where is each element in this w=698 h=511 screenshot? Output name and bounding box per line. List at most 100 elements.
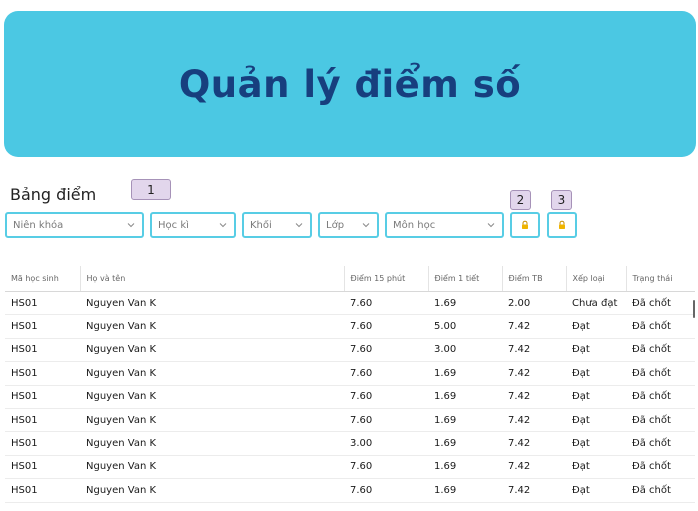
- chevron-down-icon: [219, 223, 227, 228]
- cell-classification: Đạt: [566, 455, 626, 480]
- cell-classification: Đạt: [566, 431, 626, 456]
- header-banner: Quản lý điểm số: [4, 11, 696, 157]
- cell-score-1-period: 1.69: [428, 291, 502, 316]
- table-row[interactable]: HS01 Nguyen Van K 7.60 1.69 7.42 Đạt Đã chốt: [5, 385, 695, 409]
- cell-status: Đã chốt: [626, 455, 695, 480]
- mon-hoc-label: Môn học: [393, 219, 436, 231]
- cell-status: Đã chốt: [626, 291, 695, 316]
- cell-average: 7.42: [502, 431, 566, 456]
- cell-score-1-period: 1.69: [428, 431, 502, 456]
- annotation-marker-3: 3: [551, 190, 572, 210]
- cell-average: 7.42: [502, 455, 566, 480]
- cell-score-15: 3.00: [344, 431, 428, 456]
- grades-table-container: Mã học sinh Họ và tên Điểm 15 phút Điểm …: [5, 266, 695, 511]
- cell-status: Đã chốt: [626, 361, 695, 386]
- cell-full-name: Nguyen Van K: [80, 431, 344, 456]
- cell-student-id: HS01: [5, 455, 80, 480]
- cell-classification: Đạt: [566, 338, 626, 363]
- cell-full-name: Nguyen Van K: [80, 408, 344, 433]
- hoc-ki-label: Học kì: [158, 219, 189, 231]
- column-header-average[interactable]: Điểm TB: [501, 266, 566, 292]
- lop-label: Lớp: [326, 219, 345, 231]
- cell-score-1-period: 1.69: [428, 385, 502, 409]
- cell-status: Đã chốt: [626, 385, 695, 409]
- cell-status: Đã chốt: [626, 314, 695, 339]
- column-header-student-id[interactable]: Mã học sinh: [5, 266, 80, 292]
- table-row[interactable]: HS01 Nguyen Van K 3.00 1.69 7.42 Đạt Đã chốt: [5, 431, 695, 456]
- cell-average: 7.42: [502, 314, 566, 339]
- cell-student-id: HS01: [5, 431, 80, 456]
- chevron-down-icon: [127, 223, 135, 228]
- cell-student-id: HS01: [5, 338, 80, 363]
- column-header-classification[interactable]: Xếp loại: [565, 266, 626, 292]
- cell-score-15: 7.60: [344, 385, 428, 409]
- column-header-score-1-period[interactable]: Điểm 1 tiết: [427, 266, 502, 292]
- khoi-select[interactable]: Khối: [242, 212, 312, 238]
- table-row[interactable]: HS01 Nguyen Van K 7.60 1.69 7.42 Đạt Đã chốt: [5, 361, 695, 386]
- cell-student-id: HS01: [5, 314, 80, 339]
- table-row[interactable]: HS01 Nguyen Van K 7.60 1.69 7.42 Đạt Đã chốt: [5, 478, 695, 503]
- table-row[interactable]: HS01 Nguyen Van K 7.60 1.69 7.42 Đạt Đã chốt: [5, 408, 695, 433]
- cell-average: 7.42: [502, 408, 566, 433]
- hoc-ki-select[interactable]: Học kì: [150, 212, 236, 238]
- cell-score-1-period: 1.69: [428, 478, 502, 503]
- cell-status: Đã chốt: [626, 431, 695, 456]
- cell-student-id: HS01: [5, 408, 80, 433]
- column-header-full-name[interactable]: Họ và tên: [79, 266, 344, 292]
- cell-average: 7.42: [502, 361, 566, 386]
- cell-student-id: HS01: [5, 361, 80, 386]
- cell-classification: Đạt: [566, 385, 626, 409]
- table-row[interactable]: HS01 Nguyen Van K 7.60 3.00 7.42 Đạt Đã chốt: [5, 338, 695, 363]
- khoi-label: Khối: [250, 219, 272, 231]
- table-row[interactable]: HS01 Nguyen Van K 7.60 5.00 7.42 Đạt Đã chốt: [5, 314, 695, 339]
- cell-average: 7.42: [502, 478, 566, 503]
- cell-classification: Chưa đạt: [566, 291, 626, 316]
- cell-full-name: Nguyen Van K: [80, 361, 344, 386]
- cell-score-15: 7.60: [344, 314, 428, 339]
- grades-table: Mã học sinh Họ và tên Điểm 15 phút Điểm …: [5, 266, 695, 503]
- cell-score-15: 7.60: [344, 361, 428, 386]
- annotation-marker-1: 1: [131, 179, 171, 200]
- cell-classification: Đạt: [566, 361, 626, 386]
- cell-score-1-period: 1.69: [428, 361, 502, 386]
- cell-status: Đã chốt: [626, 408, 695, 433]
- page-title: Quản lý điểm số: [178, 62, 522, 106]
- cell-score-1-period: 3.00: [428, 338, 502, 363]
- cell-score-1-period: 1.69: [428, 455, 502, 480]
- lock-icon: [559, 220, 565, 229]
- table-header-row: Mã học sinh Họ và tên Điểm 15 phút Điểm …: [5, 266, 695, 292]
- lock-icon: [522, 220, 528, 229]
- cell-score-15: 7.60: [344, 291, 428, 316]
- nien-khoa-select[interactable]: Niên khóa: [5, 212, 144, 238]
- table-scrollbar[interactable]: [693, 300, 695, 318]
- chevron-down-icon: [362, 223, 370, 228]
- cell-student-id: HS01: [5, 291, 80, 316]
- annotation-marker-2: 2: [510, 190, 531, 210]
- cell-score-15: 7.60: [344, 455, 428, 480]
- mon-hoc-select[interactable]: Môn học: [385, 212, 504, 238]
- table-row[interactable]: HS01 Nguyen Van K 7.60 1.69 7.42 Đạt Đã chốt: [5, 455, 695, 480]
- column-header-status[interactable]: Trạng thái: [625, 266, 695, 292]
- cell-classification: Đạt: [566, 314, 626, 339]
- cell-full-name: Nguyen Van K: [80, 385, 344, 409]
- lop-select[interactable]: Lớp: [318, 212, 379, 238]
- cell-score-15: 7.60: [344, 408, 428, 433]
- table-row[interactable]: HS01 Nguyen Van K 7.60 1.69 2.00 Chưa đạt Đã c…: [5, 291, 695, 316]
- cell-score-15: 7.60: [344, 338, 428, 363]
- chevron-down-icon: [295, 223, 303, 228]
- cell-average: 7.42: [502, 385, 566, 409]
- cell-full-name: Nguyen Van K: [80, 478, 344, 503]
- cell-classification: Đạt: [566, 408, 626, 433]
- cell-status: Đã chốt: [626, 478, 695, 503]
- cell-average: 2.00: [502, 291, 566, 316]
- section-title: Bảng điểm: [10, 185, 97, 204]
- chevron-down-icon: [487, 223, 495, 228]
- unlock-button[interactable]: [547, 212, 577, 238]
- column-header-score-15[interactable]: Điểm 15 phút: [343, 266, 428, 292]
- cell-full-name: Nguyen Van K: [80, 291, 344, 316]
- cell-full-name: Nguyen Van K: [80, 455, 344, 480]
- cell-score-1-period: 1.69: [428, 408, 502, 433]
- lock-button[interactable]: [510, 212, 540, 238]
- cell-full-name: Nguyen Van K: [80, 314, 344, 339]
- nien-khoa-label: Niên khóa: [13, 219, 64, 231]
